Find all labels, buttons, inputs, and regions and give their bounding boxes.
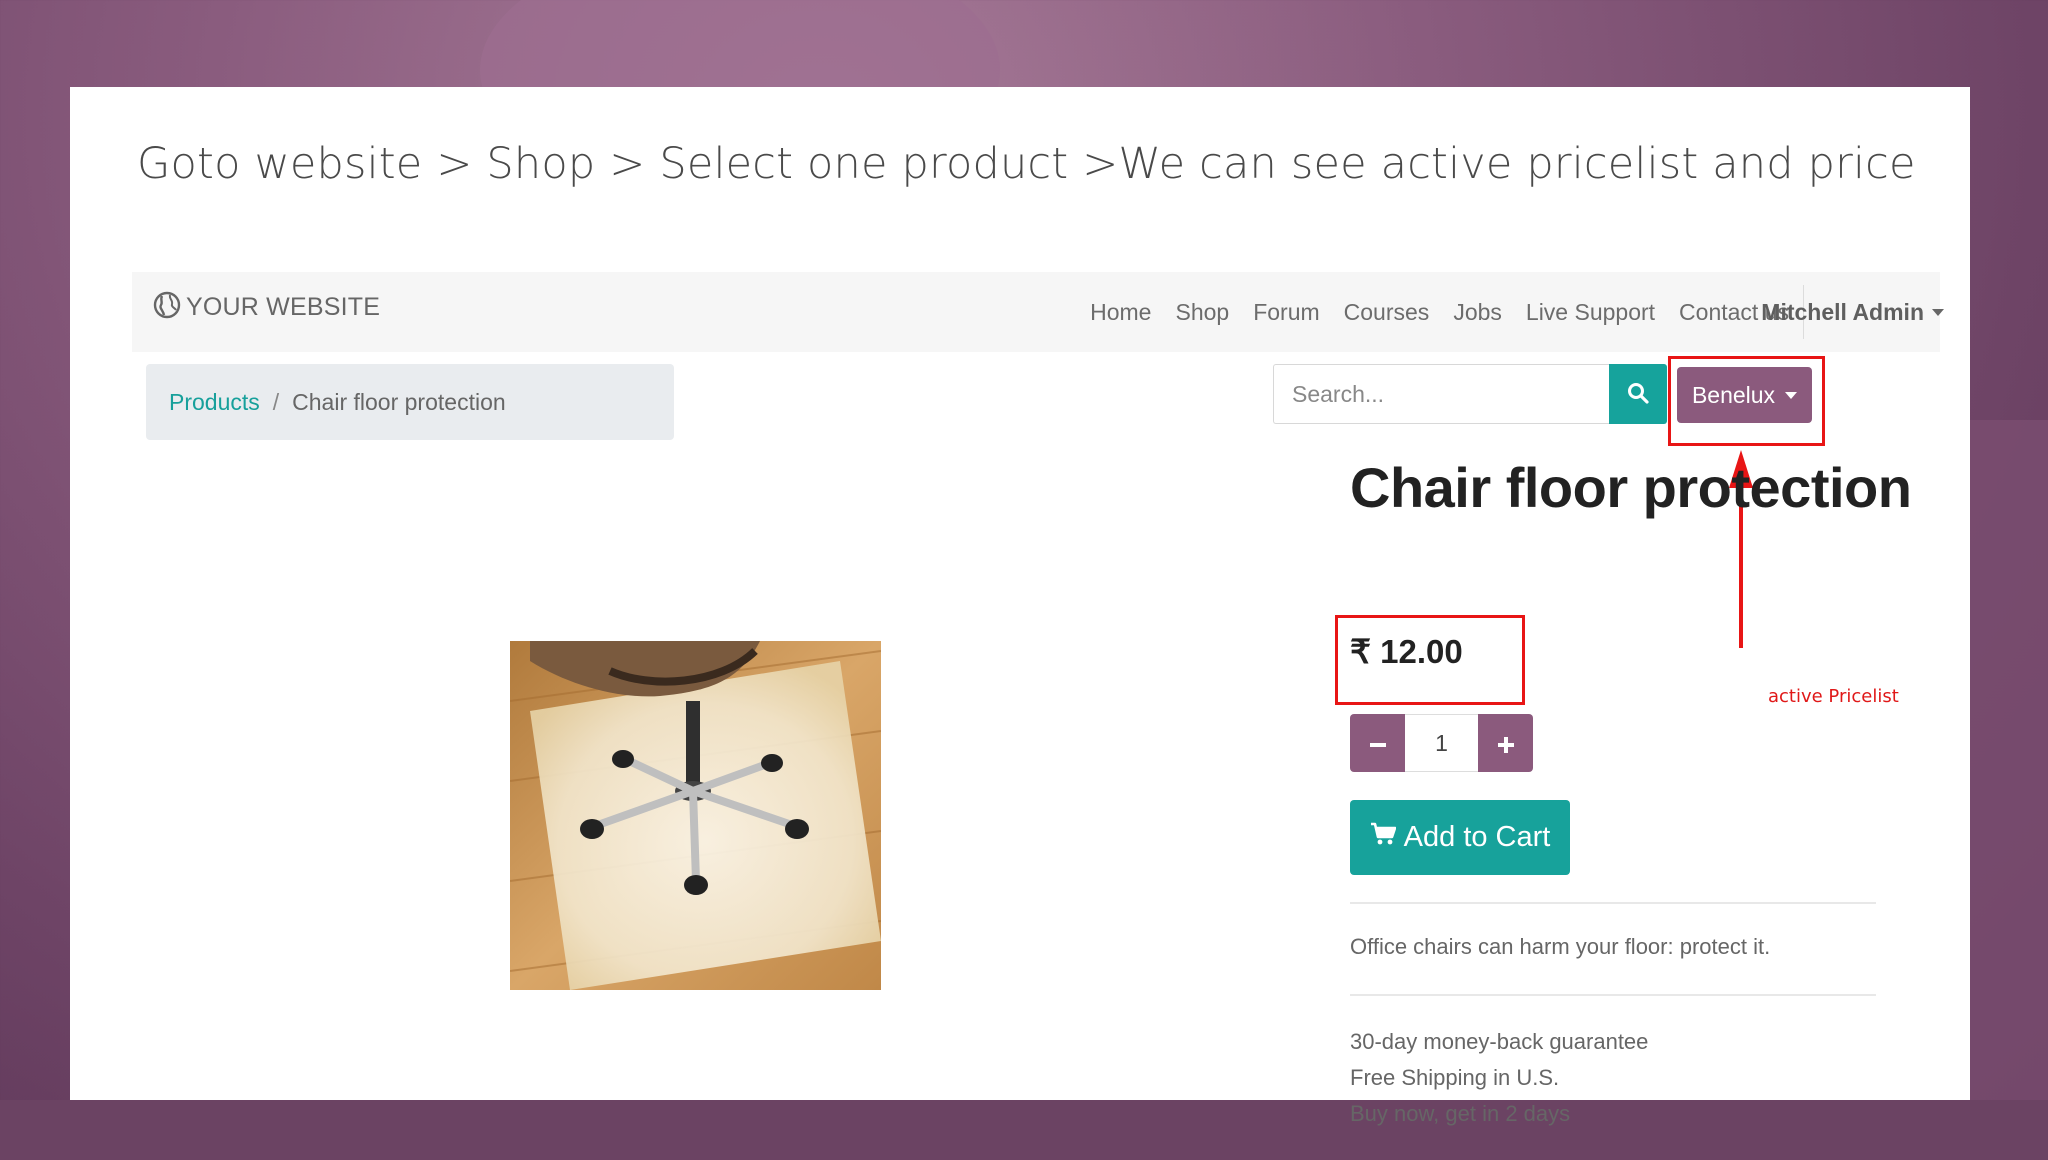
nav-menu: Home Shop Forum Courses Jobs Live Suppor… (1078, 272, 1806, 352)
caret-down-icon (1932, 308, 1944, 316)
nav-link-shop[interactable]: Shop (1163, 299, 1241, 326)
user-name: Mitchell Admin (1761, 298, 1924, 325)
search-bar (1273, 364, 1667, 424)
background-shape (0, 1100, 2048, 1160)
divider (1350, 994, 1876, 996)
nav-link-live-support[interactable]: Live Support (1514, 299, 1667, 326)
product-description: Office chairs can harm your floor: prote… (1350, 934, 1771, 959)
globe-icon (152, 290, 182, 325)
divider (1350, 902, 1876, 904)
nav-link-forum[interactable]: Forum (1241, 299, 1331, 326)
user-menu[interactable]: Mitchell Admin (1749, 272, 1944, 352)
nav-link-courses[interactable]: Courses (1332, 299, 1442, 326)
nav-link-jobs[interactable]: Jobs (1441, 299, 1514, 326)
cart-icon (1370, 821, 1396, 854)
feature-item: Buy now, get in 2 days (1350, 1101, 1571, 1126)
quantity-stepper (1350, 714, 1533, 772)
increase-quantity-button[interactable] (1478, 714, 1533, 772)
decrease-quantity-button[interactable] (1350, 714, 1405, 772)
feature-item: Free Shipping in U.S. (1350, 1065, 1560, 1090)
slide-panel: Goto website > Shop > Select one product… (70, 87, 1970, 1126)
navbar: YOUR WEBSITE Home Shop Forum Courses Job… (132, 272, 1944, 352)
quantity-input[interactable] (1405, 714, 1478, 772)
active-pricelist-annotation: active Pricelist (1768, 686, 1899, 707)
slide-title: Goto website > Shop > Select one product… (137, 139, 1916, 189)
search-input[interactable] (1273, 364, 1609, 424)
nav-link-home[interactable]: Home (1078, 299, 1163, 326)
add-to-cart-label: Add to Cart (1403, 821, 1551, 853)
website-screenshot: YOUR WEBSITE Home Shop Forum Courses Job… (132, 272, 1944, 1126)
breadcrumb-separator: / (272, 388, 280, 415)
brand-name: YOUR WEBSITE (186, 293, 381, 321)
add-to-cart-button[interactable]: Add to Cart (1350, 800, 1570, 875)
breadcrumb-current: Chair floor protection (292, 388, 506, 415)
search-icon (1627, 382, 1649, 407)
pricelist-highlight-box (1668, 356, 1825, 446)
product-features: 30-day money-back guarantee Free Shippin… (1350, 1024, 1648, 1132)
product-image (510, 641, 881, 990)
product-title: Chair floor protection (1350, 456, 1912, 519)
product-price: ₹ 12.00 (1350, 633, 1463, 670)
breadcrumb-products-link[interactable]: Products (169, 389, 260, 416)
feature-item: 30-day money-back guarantee (1350, 1029, 1649, 1054)
brand-logo[interactable]: YOUR WEBSITE (152, 290, 380, 325)
plus-icon (1497, 724, 1515, 762)
search-button[interactable] (1609, 364, 1667, 424)
breadcrumb: Products / Chair floor protection (146, 364, 674, 440)
minus-icon (1369, 724, 1387, 762)
